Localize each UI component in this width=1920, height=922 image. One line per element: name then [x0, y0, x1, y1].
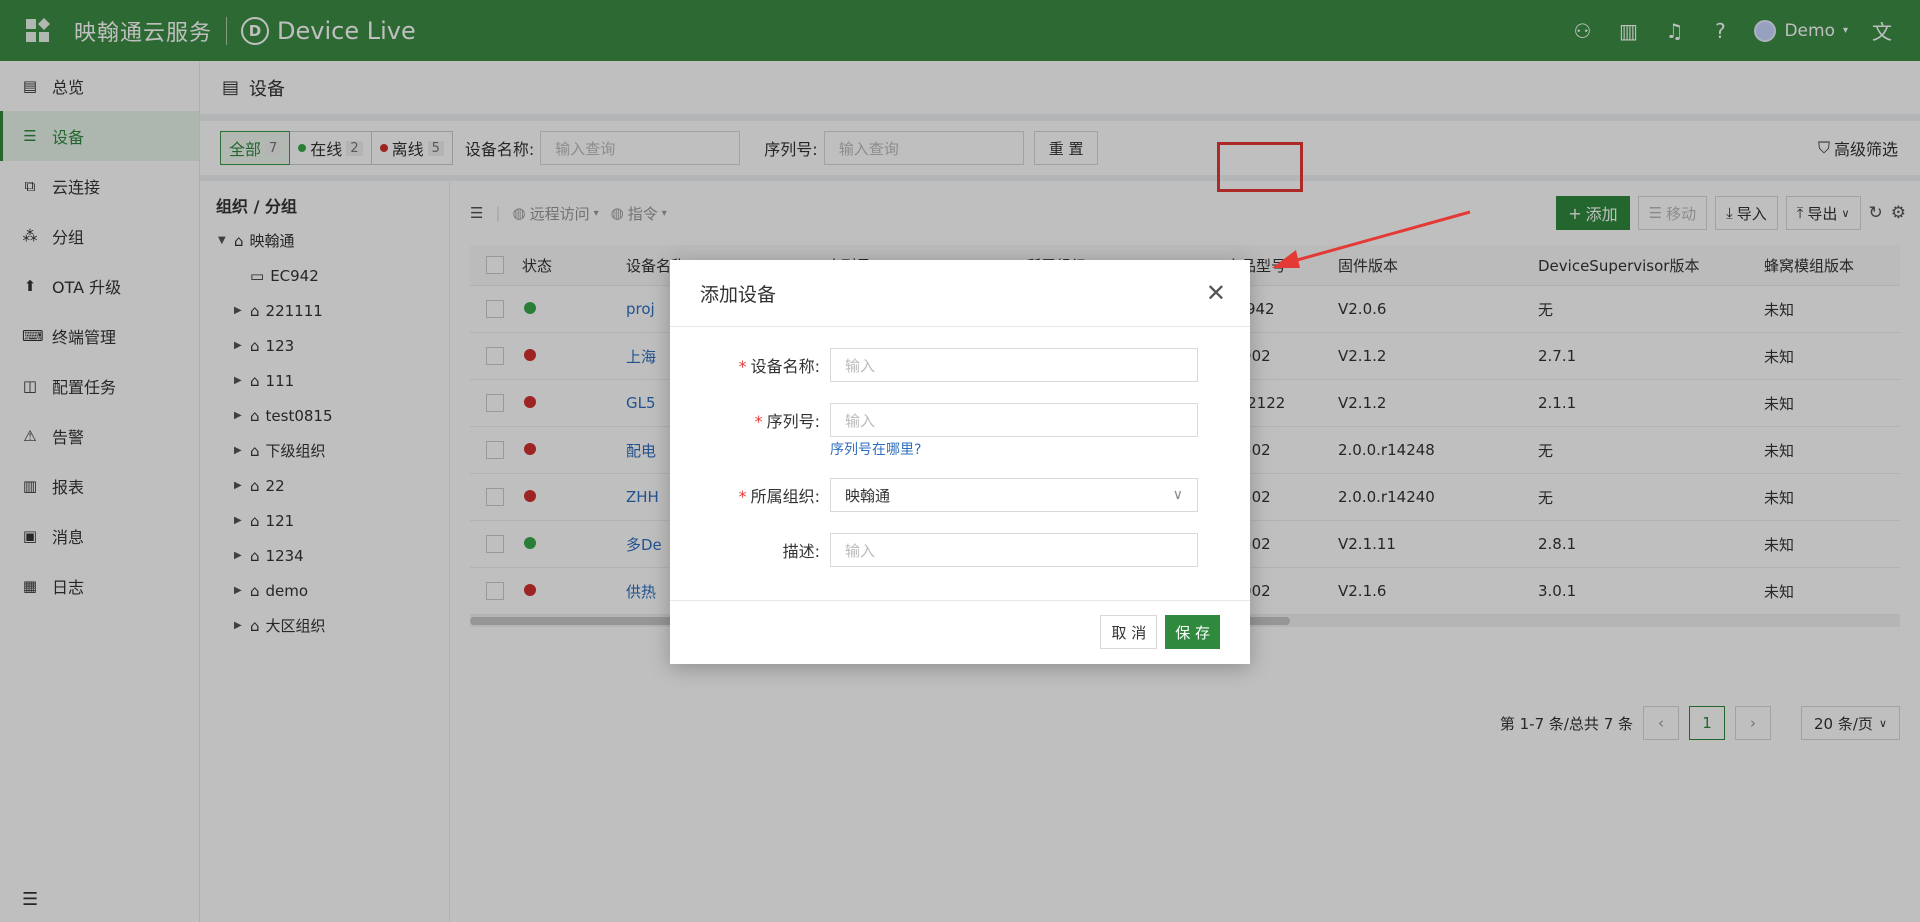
device-name-field[interactable]: 输入	[830, 348, 1198, 382]
required-mark: *	[754, 412, 763, 431]
serial-help-link[interactable]: 序列号在哪里?	[830, 439, 921, 459]
description-field[interactable]: 输入	[830, 533, 1198, 567]
form-row-name: * 设备名称: 输入	[670, 348, 1198, 382]
serial-field-label: 序列号:	[766, 412, 820, 431]
chevron-down-icon: ∨	[1172, 487, 1183, 503]
org-select-value: 映翰通	[845, 486, 891, 505]
dialog-header: 添加设备 ✕	[670, 260, 1250, 327]
required-mark: *	[738, 487, 747, 506]
form-row-serial: * 序列号: 输入	[670, 403, 1198, 437]
org-select[interactable]: 映翰通 ∨	[830, 478, 1198, 512]
dialog-footer: 取 消 保 存	[670, 601, 1250, 663]
add-device-dialog: 添加设备 ✕ * 设备名称: 输入 * 序列号: 输入 序列号在哪里? * 所属组织:…	[670, 260, 1250, 664]
org-field-label: 所属组织:	[750, 487, 820, 506]
cancel-button[interactable]: 取 消	[1100, 615, 1158, 649]
form-row-org: * 所属组织: 映翰通 ∨	[670, 478, 1198, 512]
serial-field[interactable]: 输入	[830, 403, 1198, 437]
required-mark: *	[738, 357, 747, 376]
dialog-body: * 设备名称: 输入 * 序列号: 输入 序列号在哪里? * 所属组织: 映翰通 ∨ 描…	[670, 327, 1250, 601]
dialog-title: 添加设备	[700, 283, 777, 306]
desc-field-label: 描述:	[782, 542, 820, 561]
save-button[interactable]: 保 存	[1165, 615, 1220, 649]
close-icon[interactable]: ✕	[1206, 279, 1226, 307]
form-row-desc: 描述: 输入	[670, 533, 1198, 567]
device-name-field-label: 设备名称:	[750, 357, 820, 376]
